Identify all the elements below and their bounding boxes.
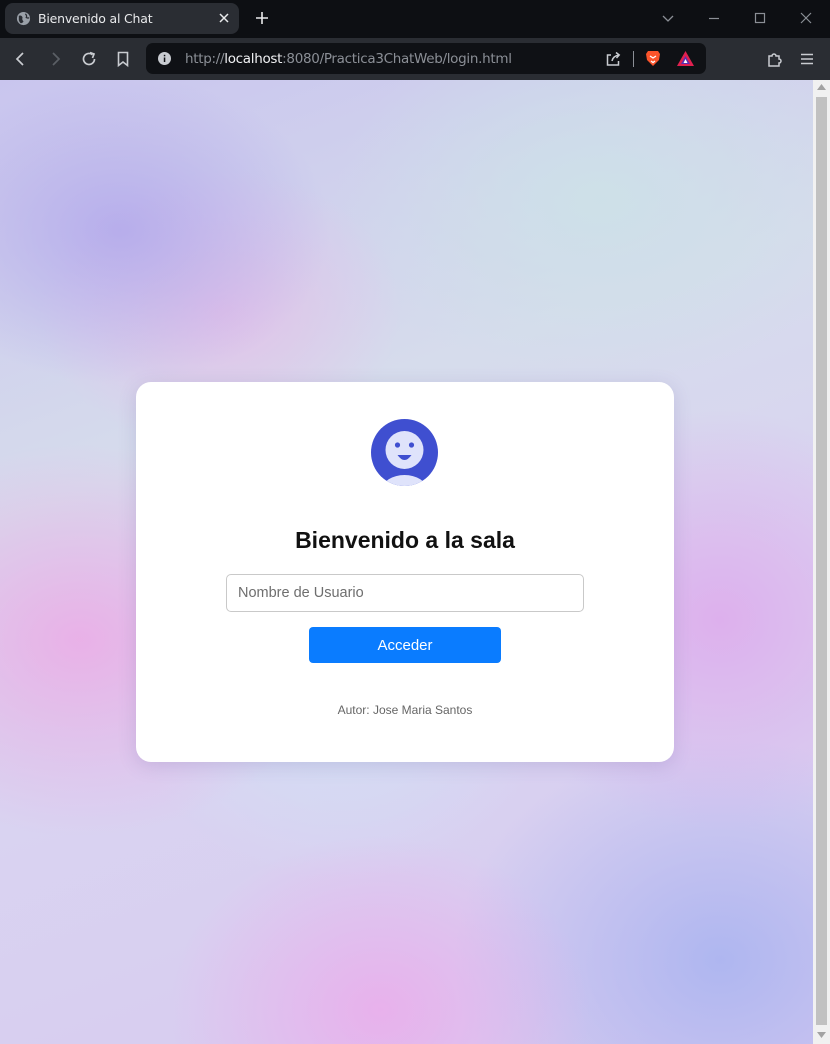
tab-title: Bienvenido al Chat	[38, 11, 153, 26]
puzzle-icon[interactable]	[766, 50, 784, 68]
url-text[interactable]: http://localhost:8080/Practica3ChatWeb/l…	[185, 51, 512, 67]
scroll-up-arrow-icon[interactable]	[817, 84, 826, 90]
url-host: localhost	[224, 51, 283, 67]
url-scheme: http://	[185, 51, 225, 67]
maximize-icon[interactable]	[752, 10, 768, 26]
close-icon[interactable]	[216, 10, 232, 26]
lion-icon[interactable]	[644, 49, 662, 68]
address-bar[interactable]: http://localhost:8080/Practica3ChatWeb/l…	[146, 43, 706, 74]
page-background: Bienvenido a la sala Acceder Autor: Jose…	[0, 80, 813, 1044]
chevron-down-icon[interactable]	[660, 10, 676, 26]
plus-icon[interactable]	[254, 10, 270, 26]
browser-tab[interactable]: Bienvenido al Chat	[5, 3, 239, 34]
author-credit: Autor: Jose Maria Santos	[337, 703, 473, 717]
minimize-icon[interactable]	[706, 10, 722, 26]
forward-arrow-icon[interactable]	[46, 50, 64, 68]
smiling-face-icon	[371, 419, 438, 486]
username-input[interactable]	[226, 574, 584, 612]
close-window-icon[interactable]	[798, 10, 814, 26]
browser-toolbar: http://localhost:8080/Practica3ChatWeb/l…	[0, 38, 830, 80]
hamburger-icon[interactable]	[798, 50, 816, 68]
info-icon[interactable]	[157, 51, 172, 66]
login-button[interactable]: Acceder	[309, 627, 501, 663]
bookmark-icon[interactable]	[114, 50, 132, 68]
vertical-scrollbar[interactable]	[813, 80, 830, 1044]
url-path: :8080/Practica3ChatWeb/login.html	[282, 51, 512, 67]
tab-strip: Bienvenido al Chat	[0, 0, 830, 38]
reload-icon[interactable]	[80, 50, 98, 68]
share-icon[interactable]	[604, 50, 622, 68]
globe-icon	[16, 11, 31, 26]
scroll-down-arrow-icon[interactable]	[817, 1032, 826, 1038]
scrollbar-thumb[interactable]	[816, 97, 827, 1025]
page-title: Bienvenido a la sala	[295, 527, 515, 553]
triangle-icon[interactable]	[676, 50, 695, 67]
back-arrow-icon[interactable]	[12, 50, 30, 68]
login-card: Bienvenido a la sala Acceder Autor: Jose…	[136, 382, 674, 762]
divider	[633, 51, 634, 67]
